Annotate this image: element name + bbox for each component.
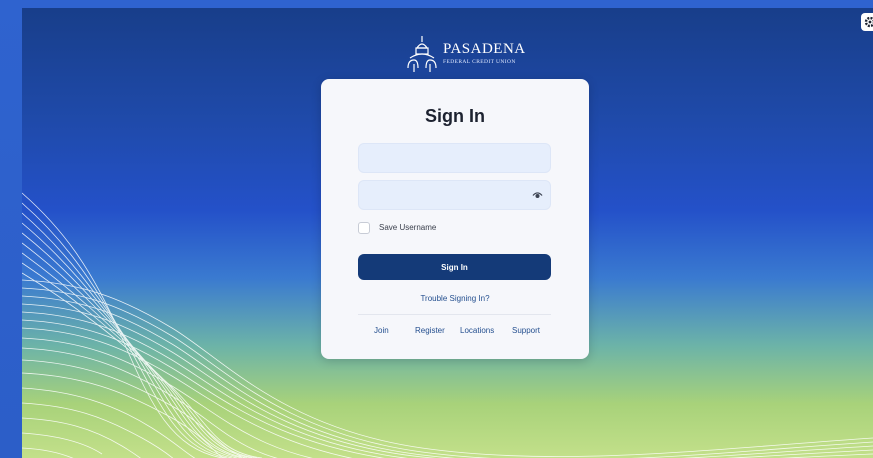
eye-icon[interactable] [532,191,543,200]
register-link[interactable]: Register [415,326,445,335]
login-page: PASADENA FEDERAL CREDIT UNION Sign In Sa… [22,8,873,458]
pasadena-fcu-logo[interactable]: PASADENA FEDERAL CREDIT UNION [402,34,542,78]
join-link[interactable]: Join [374,326,389,335]
brand-subtitle: FEDERAL CREDIT UNION [443,59,516,65]
gear-icon[interactable] [861,13,873,31]
sign-in-title: Sign In [425,106,485,126]
trouble-signing-in-link[interactable]: Trouble Signing In? [321,294,589,303]
locations-link[interactable]: Locations [460,326,494,335]
city-hall-dome-icon [407,36,437,72]
username-input[interactable] [359,144,550,172]
divider [358,314,551,315]
sign-in-card: Sign In Save Username Sign In Trouble Si… [321,79,589,359]
save-username-checkbox[interactable] [358,222,370,234]
save-username-label[interactable]: Save Username [379,223,436,232]
password-field[interactable] [358,180,551,210]
brand-name: PASADENA [443,41,526,57]
username-field[interactable] [358,143,551,173]
password-input[interactable] [359,181,550,209]
sign-in-button[interactable]: Sign In [358,254,551,280]
support-link[interactable]: Support [512,326,540,335]
footer-links: Join Register Locations Support [358,326,551,338]
